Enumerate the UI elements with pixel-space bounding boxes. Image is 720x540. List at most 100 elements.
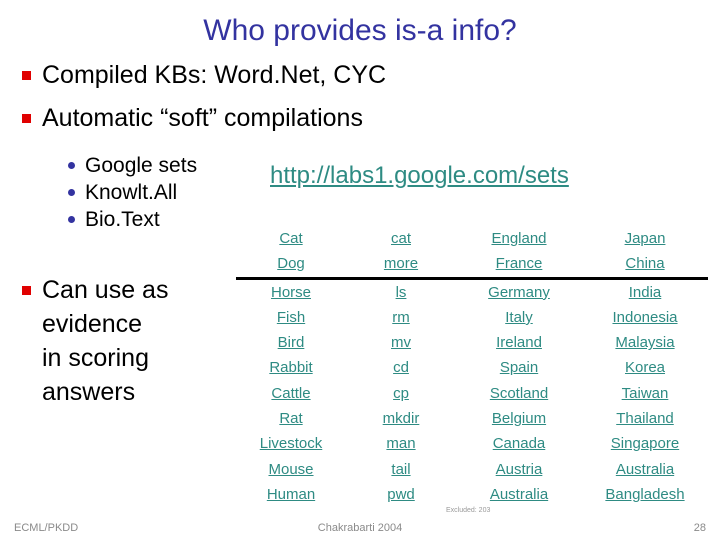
table-cell-european-countries: Scotland (456, 381, 582, 406)
table-row: Rat mkdir Belgium Thailand (236, 406, 708, 431)
table-cell-european-countries: Belgium (456, 406, 582, 431)
square-bullet-icon (22, 114, 31, 123)
table-caption: Excluded: 203 (446, 507, 491, 514)
table-cell-link[interactable]: Horse (271, 284, 311, 301)
table-cell-link[interactable]: England (491, 230, 546, 247)
table-cell-link[interactable]: Australia (490, 486, 548, 503)
table-row: Cattle cp Scotland Taiwan (236, 381, 708, 406)
sub-bullet-knowitall: Knowlt.All (68, 179, 197, 206)
table-row: Livestock man Canada Singapore (236, 431, 708, 456)
table-cell-unix-commands: cp (346, 381, 456, 406)
table-cell-unix-commands: ls (346, 278, 456, 305)
table-cell-link[interactable]: Malaysia (615, 334, 674, 351)
sub-bullet-google-sets-label: Google sets (85, 154, 198, 177)
table-cell-european-countries: Italy (456, 305, 582, 330)
table-cell-link[interactable]: Taiwan (622, 385, 669, 402)
table-cell-unix-commands: rm (346, 305, 456, 330)
table-cell-link[interactable]: China (625, 255, 664, 272)
table-cell-link[interactable]: Italy (505, 309, 533, 326)
table-cell-link[interactable]: rm (392, 309, 410, 326)
table-cell-european-countries: Germany (456, 278, 582, 305)
table-cell-link[interactable]: Australia (616, 461, 674, 478)
table-cell-asian-countries: Korea (582, 355, 708, 380)
table-cell-link[interactable]: Human (267, 486, 315, 503)
footer-page-number: 28 (693, 522, 706, 534)
table-cell-link[interactable]: Japan (625, 230, 666, 247)
bullet-automatic-compilations: Automatic “soft” compilations (22, 103, 363, 133)
sub-bullet-list: Google sets Knowlt.All Bio.Text (68, 152, 197, 233)
table-cell-link[interactable]: Dog (277, 255, 305, 272)
table-cell-unix-commands: man (346, 431, 456, 456)
table-cell-unix-commands: cat (346, 226, 456, 251)
table-cell-link[interactable]: Korea (625, 359, 665, 376)
table-cell-animals: Rabbit (236, 355, 346, 380)
table-row: Bird mv Ireland Malaysia (236, 330, 708, 355)
table-cell-asian-countries: Taiwan (582, 381, 708, 406)
table-cell-link[interactable]: Indonesia (612, 309, 677, 326)
table-cell-link[interactable]: Belgium (492, 410, 546, 427)
table-cell-link[interactable]: Ireland (496, 334, 542, 351)
table-cell-link[interactable]: Rat (279, 410, 302, 427)
table-cell-link[interactable]: Fish (277, 309, 305, 326)
table-cell-link[interactable]: cat (391, 230, 411, 247)
results-table-body: Cat cat England Japan Dog more France China Hors… (236, 226, 708, 507)
table-cell-european-countries: Austria (456, 457, 582, 482)
table-cell-link[interactable]: Bird (278, 334, 305, 351)
sub-bullet-google-sets: Google sets (68, 152, 197, 179)
table-cell-animals: Rat (236, 406, 346, 431)
table-cell-link[interactable]: more (384, 255, 418, 272)
table-cell-link[interactable]: France (496, 255, 543, 272)
table-cell-link[interactable]: Livestock (260, 435, 323, 452)
table-cell-unix-commands: mv (346, 330, 456, 355)
google-sets-results-table: Cat cat England Japan Dog more France China Hors… (236, 226, 708, 507)
bullet-can-use-as-evidence-label: Can use as evidence in scoring answers (42, 276, 169, 406)
table-cell-european-countries: Ireland (456, 330, 582, 355)
bullet-automatic-compilations-label: Automatic “soft” compilations (42, 104, 363, 132)
table-cell-animals: Cat (236, 226, 346, 251)
table-cell-link[interactable]: Mouse (268, 461, 313, 478)
table-cell-link[interactable]: cp (393, 385, 409, 402)
bullet-compiled-kbs: Compiled KBs: Word.Net, CYC (22, 60, 386, 90)
bullet-can-use-as-evidence: Can use as evidence in scoring answers (22, 273, 237, 409)
table-cell-link[interactable]: Austria (496, 461, 543, 478)
table-cell-link[interactable]: Bangladesh (605, 486, 684, 503)
table-cell-european-countries: Canada (456, 431, 582, 456)
table-cell-link[interactable]: Germany (488, 284, 550, 301)
table-cell-unix-commands: cd (346, 355, 456, 380)
table-row: Dog more France China (236, 251, 708, 280)
square-bullet-icon (22, 71, 31, 80)
table-cell-link[interactable]: ls (396, 284, 407, 301)
table-cell-link[interactable]: mkdir (383, 410, 420, 427)
page-title: Who provides is-a info? (203, 14, 517, 47)
table-cell-unix-commands: pwd (346, 482, 456, 507)
sub-bullet-biotext-label: Bio.Text (85, 208, 160, 231)
table-row: Human pwd Australia Bangladesh (236, 482, 708, 507)
table-cell-link[interactable]: Canada (493, 435, 546, 452)
table-cell-european-countries: Australia (456, 482, 582, 507)
table-cell-asian-countries: India (582, 278, 708, 305)
table-cell-link[interactable]: Rabbit (269, 359, 312, 376)
table-row: Rabbit cd Spain Korea (236, 355, 708, 380)
table-cell-european-countries: France (456, 251, 582, 280)
table-cell-european-countries: England (456, 226, 582, 251)
table-cell-link[interactable]: tail (391, 461, 410, 478)
table-cell-link[interactable]: cd (393, 359, 409, 376)
table-cell-link[interactable]: Singapore (611, 435, 679, 452)
table-row: Cat cat England Japan (236, 226, 708, 251)
table-cell-asian-countries: Indonesia (582, 305, 708, 330)
table-cell-link[interactable]: India (629, 284, 662, 301)
table-cell-link[interactable]: Scotland (490, 385, 548, 402)
sub-bullet-knowitall-label: Knowlt.All (85, 181, 178, 204)
table-cell-link[interactable]: Cattle (271, 385, 310, 402)
table-cell-asian-countries: Bangladesh (582, 482, 708, 507)
table-cell-link[interactable]: mv (391, 334, 411, 351)
table-cell-link[interactable]: pwd (387, 486, 415, 503)
table-cell-link[interactable]: Cat (279, 230, 302, 247)
table-cell-animals: Bird (236, 330, 346, 355)
table-cell-link[interactable]: Thailand (616, 410, 674, 427)
google-sets-url-link[interactable]: http://labs1.google.com/sets (270, 162, 569, 190)
table-cell-link[interactable]: man (386, 435, 415, 452)
bullet-compiled-kbs-label: Compiled KBs: Word.Net, CYC (42, 61, 387, 89)
table-cell-link[interactable]: Spain (500, 359, 538, 376)
table-cell-animals: Livestock (236, 431, 346, 456)
